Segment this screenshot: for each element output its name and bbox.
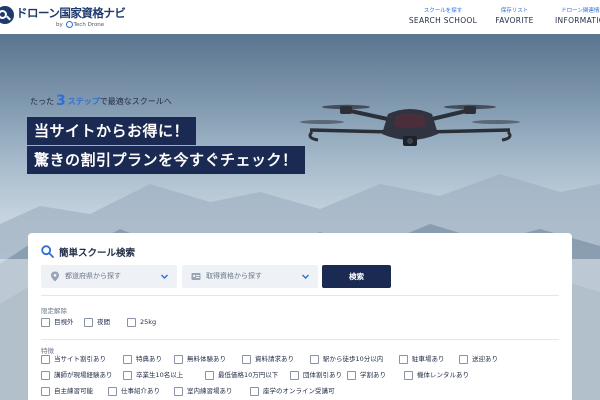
logo-text: ドローン国家資格ナビ bbox=[16, 6, 126, 20]
checkbox-label: 講師が現場経験あり bbox=[54, 371, 113, 379]
nav-favorite[interactable]: 保存リスト FAVORITE bbox=[492, 7, 537, 26]
checkbox-square[interactable] bbox=[250, 387, 259, 396]
nav-search-school-label: SEARCH SCHOOL bbox=[408, 16, 478, 25]
logo-byline: by Tech Drone bbox=[56, 21, 105, 28]
checkbox-square[interactable] bbox=[404, 371, 413, 380]
checkbox-label: 無料体験あり bbox=[187, 355, 226, 363]
divider bbox=[41, 339, 559, 340]
checkbox-label: 団体割引あり bbox=[303, 371, 342, 379]
checkbox-label: 当サイト割引あり bbox=[54, 355, 106, 363]
checkbox-square[interactable] bbox=[242, 355, 251, 364]
tagline-step-number: 3 bbox=[56, 93, 66, 109]
school-search-panel: 簡単スクール検索 都道府県から探す 取得資格から探す 検索 限定解除 特徴 目視… bbox=[28, 233, 572, 400]
magnifier-logo-icon bbox=[0, 6, 14, 24]
license-select-placeholder: 取得資格から探す bbox=[206, 272, 262, 280]
checkbox-square[interactable] bbox=[310, 355, 319, 364]
nav-favorite-sub: 保存リスト bbox=[500, 8, 529, 14]
hero-tagline: たった 3 ステップで最適なスクールへ bbox=[30, 93, 172, 109]
chevron-down-icon bbox=[161, 274, 168, 279]
checkbox-square[interactable] bbox=[127, 318, 136, 327]
checkbox-square[interactable] bbox=[174, 387, 183, 396]
chevron-down-icon bbox=[302, 274, 309, 279]
checkbox-label: 25kg bbox=[140, 318, 157, 326]
checkbox-square[interactable] bbox=[41, 387, 50, 396]
drone-illustration bbox=[300, 104, 520, 146]
checkbox-label: 目視外 bbox=[54, 318, 74, 326]
prefecture-select-placeholder: 都道府県から探す bbox=[65, 272, 121, 280]
checkbox-label: 駅から徒歩10分以内 bbox=[323, 355, 384, 363]
checkbox-square[interactable] bbox=[290, 371, 299, 380]
checkbox-label: 座学のオンライン受講可 bbox=[263, 387, 335, 395]
nav-search-school[interactable]: スクールを探す SEARCH SCHOOL bbox=[408, 7, 478, 26]
checkbox-label: 自主練習可能 bbox=[54, 387, 93, 395]
nav-information[interactable]: ドローン関連情報 INFORMATION bbox=[548, 7, 600, 26]
checkbox-square[interactable] bbox=[205, 371, 214, 380]
tech-drone-mark-icon bbox=[65, 21, 73, 28]
checkbox-square[interactable] bbox=[347, 371, 356, 380]
checkbox-label: 駐車場あり bbox=[412, 355, 445, 363]
hero-headline-2: 驚きの割引プランを今すぐチェック！ bbox=[27, 146, 305, 174]
checkbox-label: 最低価格10万円以下 bbox=[218, 371, 279, 379]
search-icon bbox=[41, 245, 54, 258]
checkbox-label: 資料請求あり bbox=[255, 355, 294, 363]
prefecture-select[interactable]: 都道府県から探す bbox=[41, 265, 177, 288]
checkbox-label: 仕事紹介あり bbox=[121, 387, 160, 395]
features-section-label: 特徴 bbox=[41, 347, 54, 355]
checkbox-square[interactable] bbox=[174, 355, 183, 364]
checkbox-square[interactable] bbox=[399, 355, 408, 364]
checkbox-label: 機体レンタルあり bbox=[417, 371, 469, 379]
hero-headline-1: 当サイトからお得に！ bbox=[27, 117, 197, 145]
nav-information-label: INFORMATION bbox=[555, 16, 600, 25]
checkbox-label: 送迎あり bbox=[472, 355, 498, 363]
checkbox-label: 卒業生10名以上 bbox=[136, 371, 184, 379]
nav-search-school-sub: スクールを探す bbox=[423, 8, 463, 14]
panel-title: 簡単スクール検索 bbox=[59, 248, 136, 259]
checkbox-square[interactable] bbox=[41, 371, 50, 380]
checkbox-label: 学割あり bbox=[360, 371, 386, 379]
checkbox-label: 室内練習場あり bbox=[187, 387, 233, 395]
site-logo[interactable]: ドローン国家資格ナビ by Tech Drone bbox=[0, 5, 140, 31]
license-select[interactable]: 取得資格から探す bbox=[182, 265, 318, 288]
checkbox-square[interactable] bbox=[123, 355, 132, 364]
divider bbox=[41, 295, 559, 296]
nav-information-sub: ドローン関連情報 bbox=[561, 8, 600, 14]
checkbox-label: 夜間 bbox=[97, 318, 110, 326]
checkbox-square[interactable] bbox=[84, 318, 93, 327]
restriction-section-label: 限定解除 bbox=[41, 307, 67, 315]
checkbox-square[interactable] bbox=[108, 387, 117, 396]
checkbox-square[interactable] bbox=[459, 355, 468, 364]
site-header: ドローン国家資格ナビ by Tech Drone スクールを探す SEARCH … bbox=[0, 0, 600, 34]
search-button[interactable]: 検索 bbox=[322, 265, 391, 288]
id-card-icon bbox=[191, 273, 201, 280]
nav-favorite-label: FAVORITE bbox=[495, 16, 534, 25]
checkbox-square[interactable] bbox=[123, 371, 132, 380]
checkbox-square[interactable] bbox=[41, 355, 50, 364]
checkbox-square[interactable] bbox=[41, 318, 50, 327]
location-pin-icon bbox=[51, 271, 59, 282]
checkbox-label: 特典あり bbox=[136, 355, 162, 363]
